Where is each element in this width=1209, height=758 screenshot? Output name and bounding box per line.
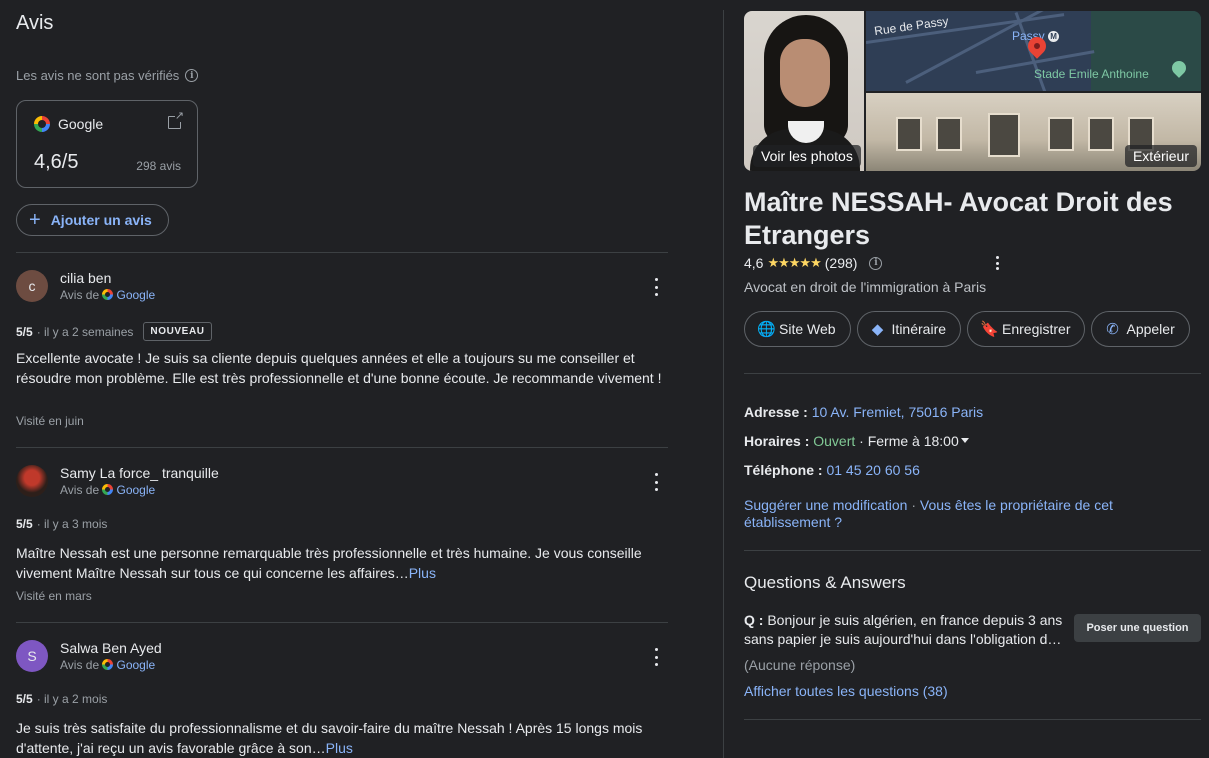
metro-icon: M (1048, 31, 1060, 42)
business-title: Maître NESSAH- Avocat Droit des Etranger… (744, 187, 1173, 250)
view-all-questions-link[interactable]: Afficher toutes les questions (38) (744, 683, 948, 699)
visit-date: Visité en juin (16, 414, 84, 428)
review-source: Avis de Google (60, 483, 156, 497)
phone-line: Téléphone : 01 45 20 60 56 (744, 462, 920, 478)
divider (744, 373, 1201, 374)
google-logo-icon (102, 289, 114, 300)
divider (16, 447, 668, 448)
panel-separator (723, 10, 724, 758)
avatar[interactable] (16, 465, 48, 497)
business-category: Avocat en droit de l'immigration à Paris (744, 279, 987, 295)
review-meta: 5/5 · il y a 3 mois (16, 517, 108, 531)
save-button[interactable]: 🔖 Enregistrer (967, 311, 1086, 347)
review-source: Avis de Google (60, 288, 156, 302)
phone-icon: ✆ (1106, 321, 1119, 338)
edit-links: Suggérer une modification · Vous êtes le… (744, 497, 1113, 530)
google-score: 4,6/5 (34, 151, 79, 173)
business-rating[interactable]: 4,6 ★★★★★ (298) i (744, 255, 883, 271)
map-thumbnail[interactable]: Rue de Passy Passy M Stade Emile Anthoin… (866, 11, 1201, 91)
review-meta: 5/5 · il y a 2 mois (16, 692, 108, 706)
address-line: Adresse : 10 Av. Fremiet, 75016 Paris (744, 404, 984, 420)
qa-question[interactable]: Q : Bonjour je suis algérien, en france … (744, 611, 1072, 649)
reviews-title: Avis (16, 12, 54, 34)
directions-icon: ◆ (871, 321, 884, 338)
more-options-icon[interactable] (996, 256, 1000, 270)
exterior-label[interactable]: Extérieur (1124, 145, 1197, 167)
call-button[interactable]: ✆ Appeler (1091, 311, 1190, 347)
google-logo-icon (34, 116, 50, 132)
review-text: Je suis très satisfaite du professionnal… (16, 720, 643, 756)
chevron-down-icon (960, 438, 969, 443)
google-source: Google (34, 116, 103, 132)
business-photo[interactable]: Voir les photos (744, 11, 864, 171)
action-buttons: 🌐 Site Web ◆ Itinéraire 🔖 Enregistrer ✆ … (744, 311, 1190, 347)
globe-icon: 🌐 (757, 321, 776, 338)
divider (16, 252, 668, 253)
star-rating: ★★★★★ (767, 255, 821, 270)
reviewer-name[interactable]: Salwa Ben Ayed (60, 640, 162, 656)
divider (16, 622, 668, 623)
visit-date: Visité en mars (16, 589, 92, 603)
qa-title: Questions & Answers (744, 573, 906, 592)
add-review-button[interactable]: + Ajouter un avis (16, 204, 169, 236)
google-logo-icon (102, 659, 114, 670)
review-meta: 5/5 · il y a 2 semaines NOUVEAU (16, 322, 212, 341)
open-status: Ouvert (813, 433, 856, 449)
review-text: Maître Nessah est une personne remarquab… (16, 545, 642, 581)
more-options-icon[interactable] (650, 278, 662, 296)
new-badge: NOUVEAU (143, 322, 212, 341)
bookmark-icon: 🔖 (980, 321, 999, 338)
website-button[interactable]: 🌐 Site Web (744, 311, 851, 347)
google-logo-icon (102, 484, 114, 495)
more-options-icon[interactable] (650, 473, 662, 491)
map-stadium-label: Stade Emile Anthoine (1034, 67, 1149, 81)
phone-link[interactable]: 01 45 20 60 56 (826, 462, 919, 478)
no-answer-label: (Aucune réponse) (744, 657, 856, 673)
exterior-photo[interactable]: Extérieur (866, 93, 1201, 171)
suggest-edit-link[interactable]: Suggérer une modification (744, 497, 907, 513)
see-photos-label[interactable]: Voir les photos (753, 145, 861, 167)
directions-button[interactable]: ◆ Itinéraire (856, 311, 962, 347)
google-review-count: 298 avis (136, 159, 181, 173)
unverified-note: Les avis ne sont pas vérifiés i (16, 68, 199, 83)
ask-question-button[interactable]: Poser une question (1074, 614, 1201, 642)
divider (744, 719, 1201, 720)
address-link[interactable]: 10 Av. Fremiet, 75016 Paris (812, 404, 983, 420)
avatar[interactable]: S (16, 640, 48, 672)
hours-line: Horaires : Ouvert · Ferme à 18:00 (744, 433, 969, 449)
review-text: Excellente avocate ! Je suis sa cliente … (16, 350, 662, 386)
info-icon[interactable]: i (869, 256, 883, 270)
divider (744, 550, 1201, 551)
reviewer-name[interactable]: cilia ben (60, 270, 111, 286)
more-options-icon[interactable] (650, 648, 662, 666)
avatar[interactable]: c (16, 270, 48, 302)
external-link-icon[interactable] (168, 111, 184, 129)
google-rating-card[interactable]: Google 4,6/5 298 avis (16, 100, 198, 188)
review-source: Avis de Google (60, 658, 156, 672)
plus-icon: + (29, 209, 41, 231)
hours-toggle[interactable]: · Ferme à 18:00 (859, 433, 969, 449)
reviewer-name[interactable]: Samy La force_ tranquille (60, 465, 219, 481)
more-link[interactable]: Plus (326, 740, 353, 756)
more-link[interactable]: Plus (409, 565, 436, 581)
info-icon[interactable]: i (185, 69, 199, 82)
